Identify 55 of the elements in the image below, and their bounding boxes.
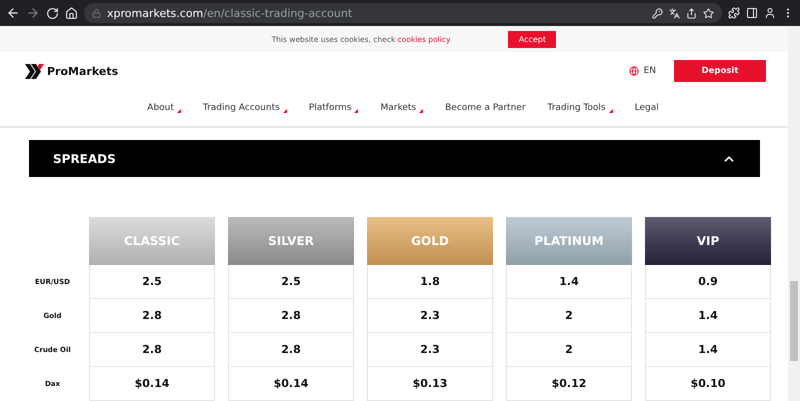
table-cell: $0.12 bbox=[506, 367, 632, 401]
globe-icon[interactable] bbox=[628, 66, 639, 76]
tier-header: SILVER bbox=[228, 217, 354, 265]
translate-icon[interactable] bbox=[669, 8, 680, 18]
address-bar[interactable]: xpromarkets.com/en/classic-trading-account bbox=[84, 3, 722, 23]
nav-link[interactable]: Trading Accounts bbox=[202, 103, 287, 113]
language-selector[interactable]: EN bbox=[644, 66, 656, 76]
logo-icon bbox=[25, 64, 45, 78]
key-icon[interactable] bbox=[652, 8, 663, 18]
lock-icon bbox=[92, 8, 101, 18]
table-cell: 0.9 bbox=[645, 265, 771, 299]
table-cell: 1.8 bbox=[367, 265, 493, 299]
deposit-button[interactable]: Deposit bbox=[674, 60, 766, 82]
reload-icon[interactable] bbox=[46, 6, 59, 20]
table-cell: 1.4 bbox=[506, 265, 632, 299]
table-cell: 2 bbox=[506, 299, 632, 333]
table-cell: 2.8 bbox=[228, 299, 354, 333]
tier-header: GOLD bbox=[367, 217, 493, 265]
home-icon[interactable] bbox=[65, 6, 78, 20]
accept-button[interactable]: Accept bbox=[508, 30, 556, 48]
share-icon[interactable] bbox=[686, 8, 697, 18]
puzzle-icon[interactable] bbox=[728, 7, 740, 19]
table-cell: $0.14 bbox=[228, 367, 354, 401]
profile-icon[interactable] bbox=[764, 7, 776, 19]
tier-header: VIP bbox=[645, 217, 771, 265]
logo-text: ProMarkets bbox=[47, 64, 118, 78]
nav-link[interactable]: Legal bbox=[634, 103, 659, 113]
nav-link[interactable]: Markets bbox=[380, 103, 424, 113]
nav-link[interactable]: Become a Partner bbox=[445, 103, 526, 113]
table-cell: $0.10 bbox=[645, 367, 771, 401]
section-header[interactable]: SPREADS bbox=[29, 140, 760, 177]
star-icon[interactable] bbox=[703, 8, 714, 18]
scrollbar-thumb[interactable] bbox=[790, 281, 798, 361]
table-cell: $0.13 bbox=[367, 367, 493, 401]
table-cell: 2.3 bbox=[367, 333, 493, 367]
table-cell: 2.3 bbox=[367, 299, 493, 333]
table-cell: 1.4 bbox=[645, 333, 771, 367]
nav-link[interactable]: Platforms bbox=[308, 103, 358, 113]
table-cell: 1.4 bbox=[645, 299, 771, 333]
nav-link[interactable]: Trading Tools bbox=[548, 103, 613, 113]
table-cell: $0.14 bbox=[89, 367, 215, 401]
nav-link[interactable]: About bbox=[147, 103, 181, 113]
url-host: xpromarkets.com bbox=[107, 6, 204, 20]
table-cell: 2.8 bbox=[228, 333, 354, 367]
table-cell: 2.5 bbox=[228, 265, 354, 299]
table-cell: 2.5 bbox=[89, 265, 215, 299]
back-icon[interactable] bbox=[6, 6, 20, 20]
section-title: SPREADS bbox=[53, 152, 117, 166]
url-path: /en/classic-trading-account bbox=[203, 6, 352, 20]
table-cell: 2.8 bbox=[89, 299, 215, 333]
table-cell: 2.8 bbox=[89, 333, 215, 367]
side-panel-icon[interactable] bbox=[746, 7, 758, 19]
tier-header: CLASSIC bbox=[89, 217, 215, 265]
tier-header: PLATINUM bbox=[506, 217, 632, 265]
table-cell: 2 bbox=[506, 333, 632, 367]
